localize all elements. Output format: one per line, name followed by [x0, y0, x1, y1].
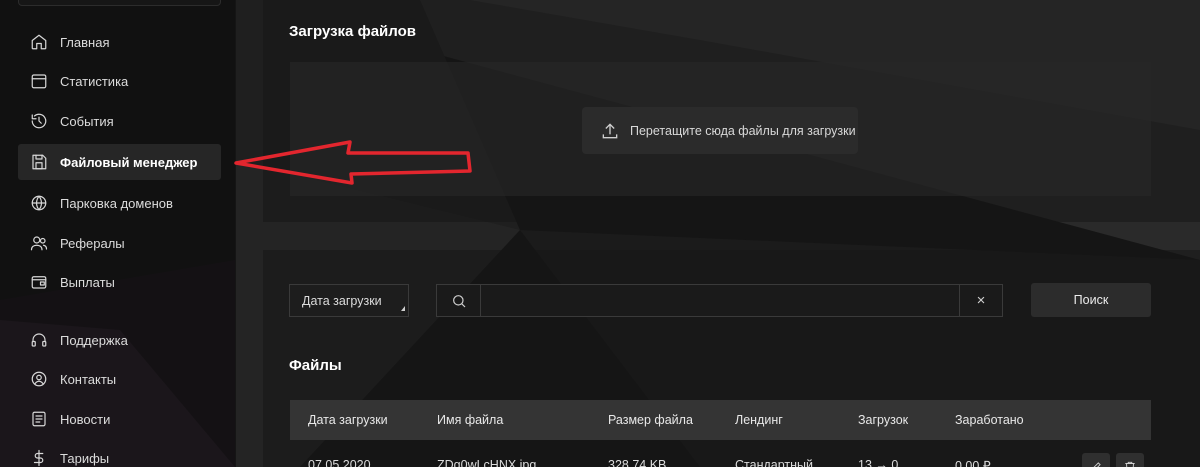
search-button-label: Поиск	[1073, 293, 1109, 307]
files-table-header: Дата загрузки Имя файла Размер файла Лен…	[290, 400, 1151, 440]
caret-icon	[401, 306, 405, 311]
sidebar-item-label: Выплаты	[60, 274, 115, 290]
headset-icon	[30, 331, 48, 349]
sidebar-item-domain-parking[interactable]: Парковка доменов	[18, 185, 221, 221]
home-icon	[30, 33, 48, 51]
sidebar-top-block	[18, 0, 221, 6]
contact-icon	[30, 370, 48, 388]
sidebar-item-label: Парковка доменов	[60, 195, 173, 211]
news-icon	[30, 410, 48, 428]
sidebar-item-home[interactable]: Главная	[18, 24, 221, 60]
column-header-landing[interactable]: Лендинг	[735, 413, 783, 427]
pencil-icon	[1093, 462, 1101, 467]
cell-date: 07.05.2020	[308, 458, 371, 467]
users-icon	[30, 234, 48, 252]
search-input[interactable]	[482, 285, 959, 316]
cell-size: 328.74 KB	[608, 458, 667, 467]
close-icon: ×	[976, 292, 986, 309]
edit-button[interactable]	[1082, 453, 1110, 467]
cell-filename[interactable]: ZDg0wLcHNX.jpg	[437, 458, 536, 467]
trash-icon	[1125, 461, 1135, 467]
sidebar-item-label: Главная	[60, 34, 110, 50]
annotation-arrow	[230, 138, 480, 193]
column-header-date[interactable]: Дата загрузки	[308, 413, 388, 427]
search-box: ×	[436, 284, 1003, 317]
column-header-filename[interactable]: Имя файла	[437, 413, 503, 427]
sidebar-item-support[interactable]: Поддержка	[18, 322, 221, 358]
sidebar-item-referrals[interactable]: Рефералы	[18, 225, 221, 261]
sidebar-item-payouts[interactable]: Выплаты	[18, 264, 221, 300]
wallet-icon	[30, 273, 48, 291]
cell-downloads: 13 → 0	[858, 458, 899, 467]
clear-search-button[interactable]: ×	[959, 285, 1002, 316]
sidebar-item-label: Рефералы	[60, 235, 125, 251]
sidebar-item-news[interactable]: Новости	[18, 401, 221, 437]
search-button[interactable]: Поиск	[1031, 283, 1151, 317]
table-row: 07.05.2020 ZDg0wLcHNX.jpg 328.74 KB Стан…	[290, 440, 1151, 467]
files-title: Файлы	[289, 357, 342, 374]
sidebar-item-label: Файловый менеджер	[60, 154, 198, 170]
save-icon	[30, 153, 48, 171]
column-header-downloads[interactable]: Загрузок	[858, 413, 908, 427]
search-icon	[437, 285, 481, 316]
column-header-earned[interactable]: Заработано	[955, 413, 1024, 427]
date-filter-select[interactable]: Дата загрузки	[289, 284, 409, 317]
dollar-icon	[30, 449, 48, 467]
sidebar-item-file-manager[interactable]: Файловый менеджер	[18, 144, 221, 180]
sidebar: Главная Статистика События Файловый мене…	[0, 0, 235, 467]
drop-files-label: Перетащите сюда файлы для загрузки	[630, 123, 856, 138]
sidebar-item-label: Контакты	[60, 371, 117, 387]
sidebar-item-label: Статистика	[60, 73, 129, 89]
sidebar-item-statistics[interactable]: Статистика	[18, 63, 221, 99]
drop-files-button[interactable]: Перетащите сюда файлы для загрузки	[582, 107, 858, 154]
cell-landing: Стандартный	[735, 458, 813, 467]
calendar-icon	[30, 72, 48, 90]
sidebar-item-tariffs[interactable]: Тарифы	[18, 440, 221, 467]
globe-icon	[30, 194, 48, 212]
history-icon	[30, 112, 48, 130]
delete-button[interactable]	[1116, 453, 1144, 467]
sidebar-item-label: События	[60, 113, 114, 129]
sidebar-item-events[interactable]: События	[18, 103, 221, 139]
sidebar-item-label: Новости	[60, 411, 111, 427]
upload-icon	[602, 122, 618, 138]
cell-earned: 0.00 ₽	[955, 459, 991, 467]
date-filter-value: Дата загрузки	[302, 293, 382, 308]
column-header-size[interactable]: Размер файла	[608, 413, 693, 427]
sidebar-item-label: Поддержка	[60, 332, 128, 348]
sidebar-item-label: Тарифы	[60, 450, 110, 466]
upload-title: Загрузка файлов	[289, 23, 416, 40]
sidebar-item-contacts[interactable]: Контакты	[18, 361, 221, 397]
